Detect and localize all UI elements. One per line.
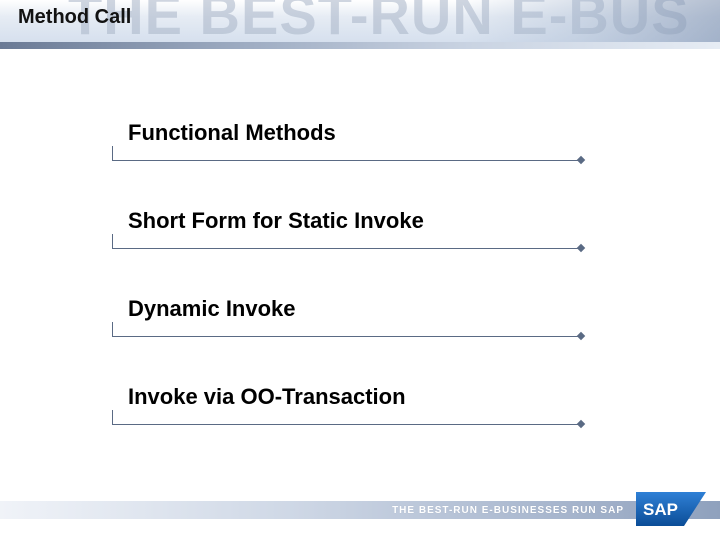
content-list: Functional Methods Short Form for Static… [112, 120, 592, 472]
list-item-label: Short Form for Static Invoke [128, 208, 592, 240]
list-item: Functional Methods [112, 120, 592, 170]
header-watermark-text: THE BEST-RUN E-BUS [68, 0, 690, 42]
list-item: Short Form for Static Invoke [112, 208, 592, 258]
page-title: Method Call [18, 6, 131, 29]
list-item-label: Dynamic Invoke [128, 296, 592, 328]
header-underline-stripe [0, 42, 720, 49]
footer-stripe: THE BEST-RUN E-BUSINESSES RUN SAP [0, 501, 720, 519]
list-item: Invoke via OO-Transaction [112, 384, 592, 434]
list-item: Dynamic Invoke [112, 296, 592, 346]
sap-logo-text: SAP [643, 500, 678, 519]
slide: THE BEST-RUN E-BUS Method Call Functiona… [0, 0, 720, 540]
footer-tagline: THE BEST-RUN E-BUSINESSES RUN SAP [392, 505, 624, 516]
list-item-label: Invoke via OO-Transaction [128, 384, 592, 416]
sap-logo: SAP [636, 492, 706, 526]
list-item-label: Functional Methods [128, 120, 592, 152]
